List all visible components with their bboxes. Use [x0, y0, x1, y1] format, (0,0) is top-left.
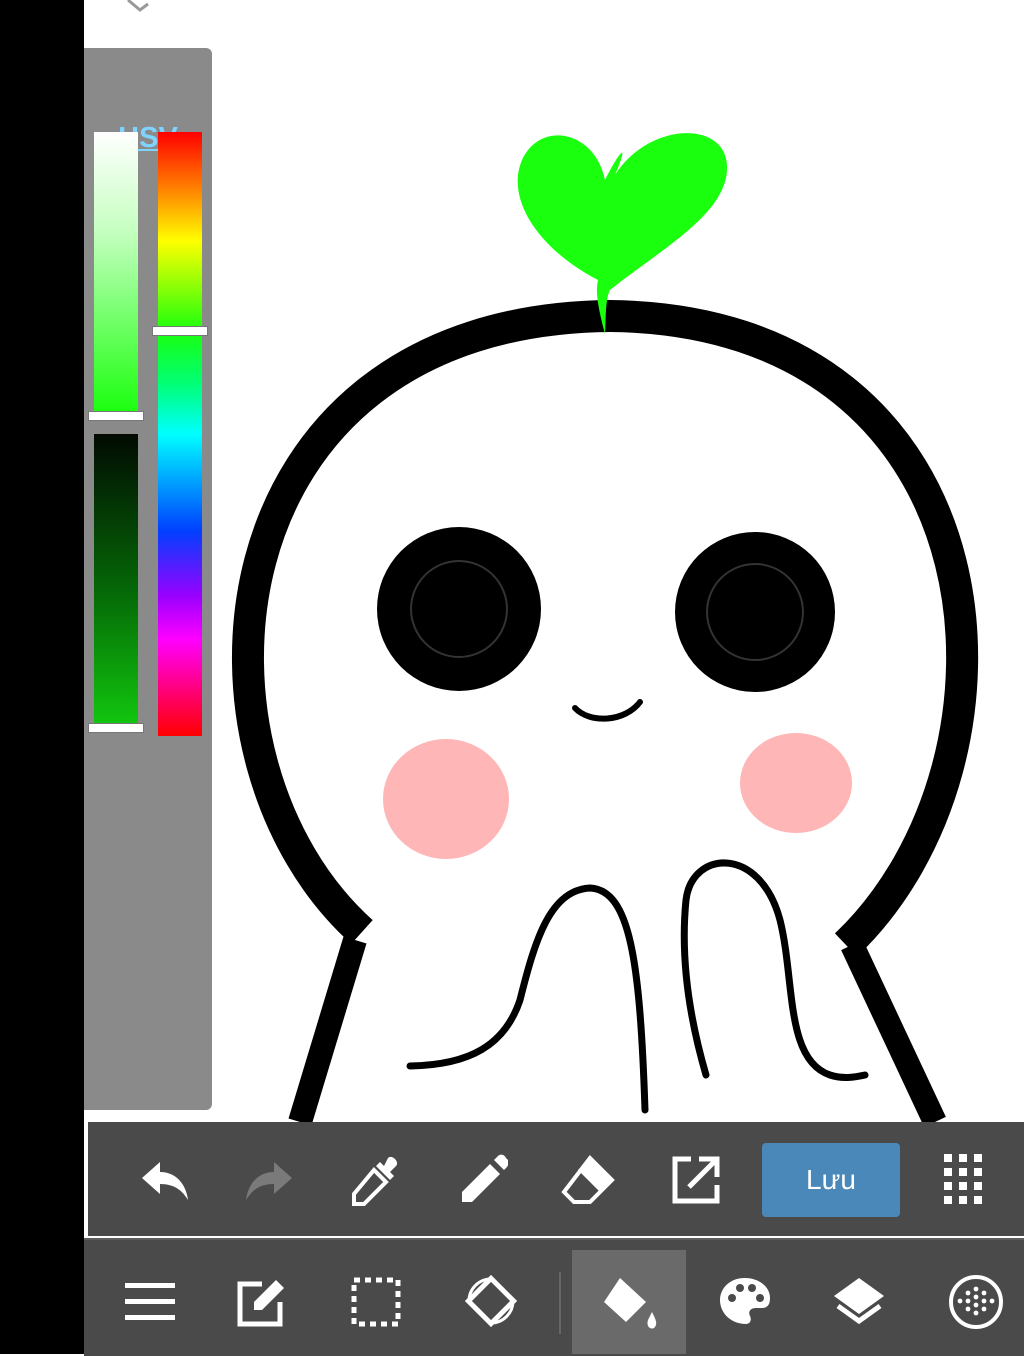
- eye-left: [377, 527, 541, 691]
- redo-icon[interactable]: [240, 1150, 300, 1210]
- open-external-icon[interactable]: [666, 1150, 726, 1210]
- hue-thumb[interactable]: [152, 326, 208, 336]
- selection-icon[interactable]: [346, 1272, 406, 1332]
- mouth: [572, 699, 643, 722]
- hand-left: [406, 884, 649, 1114]
- toolbar-divider: [559, 1272, 561, 1334]
- cheek-right: [740, 733, 852, 833]
- hue-slider[interactable]: [158, 132, 202, 736]
- brush-dot-icon[interactable]: [944, 1270, 1008, 1334]
- rotate-icon[interactable]: [458, 1268, 524, 1334]
- edit-icon[interactable]: [232, 1272, 292, 1332]
- cheek-left: [383, 739, 509, 859]
- menu-icon[interactable]: [120, 1272, 180, 1332]
- left-black-edge: [0, 0, 84, 1354]
- palette-icon[interactable]: [714, 1270, 776, 1332]
- grid-menu-icon[interactable]: [934, 1150, 994, 1210]
- saturation-thumb[interactable]: [88, 411, 144, 421]
- value-slider[interactable]: [94, 434, 138, 728]
- eyedropper-icon[interactable]: [346, 1150, 406, 1210]
- value-thumb[interactable]: [88, 723, 144, 733]
- artwork: [127, 0, 979, 1122]
- layers-icon[interactable]: [828, 1270, 890, 1332]
- head-outline: [231, 299, 979, 957]
- body-line-left: [288, 936, 367, 1122]
- eye-right: [675, 532, 835, 692]
- undo-icon[interactable]: [134, 1150, 194, 1210]
- save-button[interactable]: Lưu: [762, 1143, 900, 1217]
- body-line-right: [841, 939, 946, 1122]
- eraser-icon[interactable]: [558, 1150, 618, 1210]
- fill-bucket-icon[interactable]: [596, 1270, 662, 1336]
- saturation-slider[interactable]: [94, 132, 138, 414]
- drawing-canvas[interactable]: [84, 0, 1024, 1122]
- hand-right: [680, 859, 869, 1081]
- pencil-icon[interactable]: [452, 1150, 512, 1210]
